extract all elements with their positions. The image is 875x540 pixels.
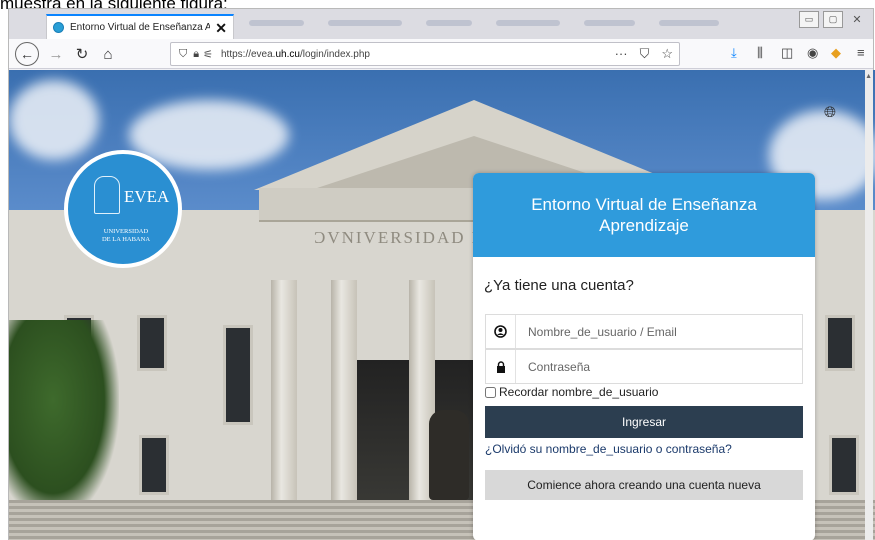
statue (429, 410, 469, 500)
building-window (223, 325, 253, 425)
page-scrollbar[interactable] (865, 70, 873, 540)
navigation-toolbar: ← → ↻ ⌂ ⛉ 🔒︎ ⚟ https://evea.uh.cu/login/… (9, 39, 873, 69)
address-bar[interactable]: ⛉ 🔒︎ ⚟ https://evea.uh.cu/login/index.ph… (170, 42, 680, 66)
window-controls: ▭ ▢ ✕ (799, 11, 867, 28)
url-domain: uh.cu (275, 48, 300, 60)
login-button[interactable]: Ingresar (485, 406, 803, 438)
page-actions-icon[interactable]: ··· (615, 46, 628, 62)
sidebar-icon[interactable]: ◫ (781, 45, 793, 61)
password-field[interactable] (485, 349, 803, 384)
minimize-button[interactable]: ▭ (799, 11, 819, 28)
user-icon (486, 315, 516, 348)
forward-arrow-icon[interactable]: → (47, 43, 65, 65)
active-tab[interactable]: Entorno Virtual de Enseñanza A ✕ (46, 14, 234, 39)
building-window (139, 435, 169, 495)
download-icon[interactable]: ⤓ (731, 45, 737, 61)
remember-label: Recordar nombre_de_usuario (499, 385, 659, 399)
url-text[interactable]: https://evea.uh.cu/login/index.php (221, 49, 370, 60)
forgot-credentials-link[interactable]: ¿Olvidó su nombre_de_usuario o contraseñ… (485, 442, 732, 456)
evea-logo: EVEA UNIVERSIDAD DE LA HABANA (64, 150, 182, 268)
account-icon[interactable]: ◉ (807, 45, 818, 61)
building-window (829, 435, 859, 495)
home-icon[interactable]: ⌂ (99, 43, 117, 65)
shield-icon[interactable]: ⛉ (179, 48, 187, 61)
close-window-button[interactable]: ✕ (847, 11, 867, 28)
site-favicon-icon (53, 22, 64, 33)
tab-bar: Entorno Virtual de Enseñanza A ✕ ▭ ▢ ✕ (9, 9, 873, 39)
bookmark-star-icon[interactable]: ☆ (661, 46, 673, 62)
username-input[interactable] (516, 315, 802, 348)
building-window (137, 315, 167, 371)
url-prefix: https://evea. (220, 48, 276, 60)
logo-text: EVEA (124, 187, 170, 206)
login-question: ¿Ya tiene una cuenta? (484, 277, 634, 294)
username-field[interactable] (485, 314, 803, 349)
permissions-icon[interactable]: ⚟ (203, 48, 213, 61)
browser-window: Entorno Virtual de Enseñanza A ✕ ▭ ▢ ✕ ←… (8, 8, 875, 540)
extension-icon[interactable]: ◆ (831, 45, 841, 61)
maximize-button[interactable]: ▢ (823, 11, 843, 28)
blurred-background-tabs (249, 17, 719, 31)
building-column (271, 280, 297, 510)
password-input[interactable] (516, 350, 802, 383)
pocket-icon[interactable]: ⛉ (640, 46, 650, 62)
login-card: Entorno Virtual de Enseñanza Aprendizaje… (473, 173, 815, 540)
language-globe-icon[interactable]: 🌐︎ (824, 104, 836, 121)
remember-username[interactable]: Recordar nombre_de_usuario (485, 385, 658, 399)
tab-close-icon[interactable]: ✕ (215, 21, 227, 35)
building-column (331, 280, 357, 510)
page-content: ƆVNIVERSIDAD DE EVEA UNIVERSIDAD DE LA H… (9, 70, 875, 540)
create-account-button[interactable]: Comience ahora creando una cuenta nueva (485, 470, 803, 500)
building-inscription: ƆVNIVERSIDAD DE (314, 228, 499, 247)
library-icon[interactable]: ⫼ (757, 45, 763, 61)
url-path: /login/index.php (299, 48, 370, 60)
menu-icon[interactable]: ≡ (857, 45, 865, 60)
tab-title: Entorno Virtual de Enseñanza A (70, 22, 210, 33)
reload-icon[interactable]: ↻ (73, 43, 91, 65)
remember-checkbox[interactable] (485, 386, 496, 398)
logo-subtitle-line-1: UNIVERSIDAD (103, 228, 149, 235)
logo-subtitle-line-2: DE LA HABANA (101, 236, 151, 243)
logo-figure-icon (94, 176, 120, 214)
lock-icon[interactable]: 🔒︎ (193, 48, 199, 61)
cloud (9, 80, 99, 160)
scroll-up-arrow-icon[interactable]: ▲ (865, 73, 872, 80)
lock-icon (486, 350, 516, 383)
building-window (825, 315, 855, 371)
tree (9, 320, 119, 520)
login-card-title: Entorno Virtual de Enseñanza Aprendizaje (473, 173, 815, 257)
back-arrow-icon[interactable]: ← (15, 42, 39, 66)
